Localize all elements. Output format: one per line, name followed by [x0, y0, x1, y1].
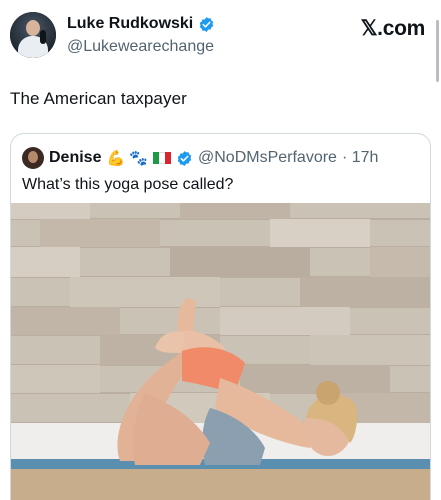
- quoted-author-avatar[interactable]: [22, 147, 44, 169]
- name-emojis: 💪 🐾: [106, 149, 148, 167]
- verified-badge-icon: [200, 16, 214, 32]
- site-label: 𝕏.com: [360, 17, 426, 40]
- quoted-author-handle[interactable]: @NoDMsPerfavore: [198, 149, 337, 167]
- verified-badge-icon: [177, 150, 192, 166]
- author-avatar[interactable]: [10, 12, 56, 58]
- italy-flag-icon: [153, 152, 171, 164]
- quoted-tweet-card[interactable]: Denise 💪 🐾 @NoDMsPerfavore · 17h What’s …: [10, 133, 431, 500]
- quoted-tweet-header: Denise 💪 🐾 @NoDMsPerfavore · 17h: [22, 147, 378, 169]
- tweet-text: The American taxpayer: [10, 89, 187, 108]
- scrollbar[interactable]: [436, 20, 439, 82]
- quoted-tweet-text: What’s this yoga pose called?: [22, 176, 234, 193]
- yoga-photo: [11, 203, 430, 500]
- quoted-author-name[interactable]: Denise: [49, 149, 101, 167]
- author-handle[interactable]: @Lukewearechange: [67, 38, 214, 56]
- tweet-header: Luke Rudkowski @Lukewearechange 𝕏.com: [10, 12, 431, 62]
- quoted-tweet-image[interactable]: [11, 203, 430, 500]
- quoted-tweet-time[interactable]: · 17h: [342, 149, 378, 167]
- author-name-row[interactable]: Luke Rudkowski: [67, 15, 215, 33]
- author-display-name[interactable]: Luke Rudkowski: [67, 15, 193, 33]
